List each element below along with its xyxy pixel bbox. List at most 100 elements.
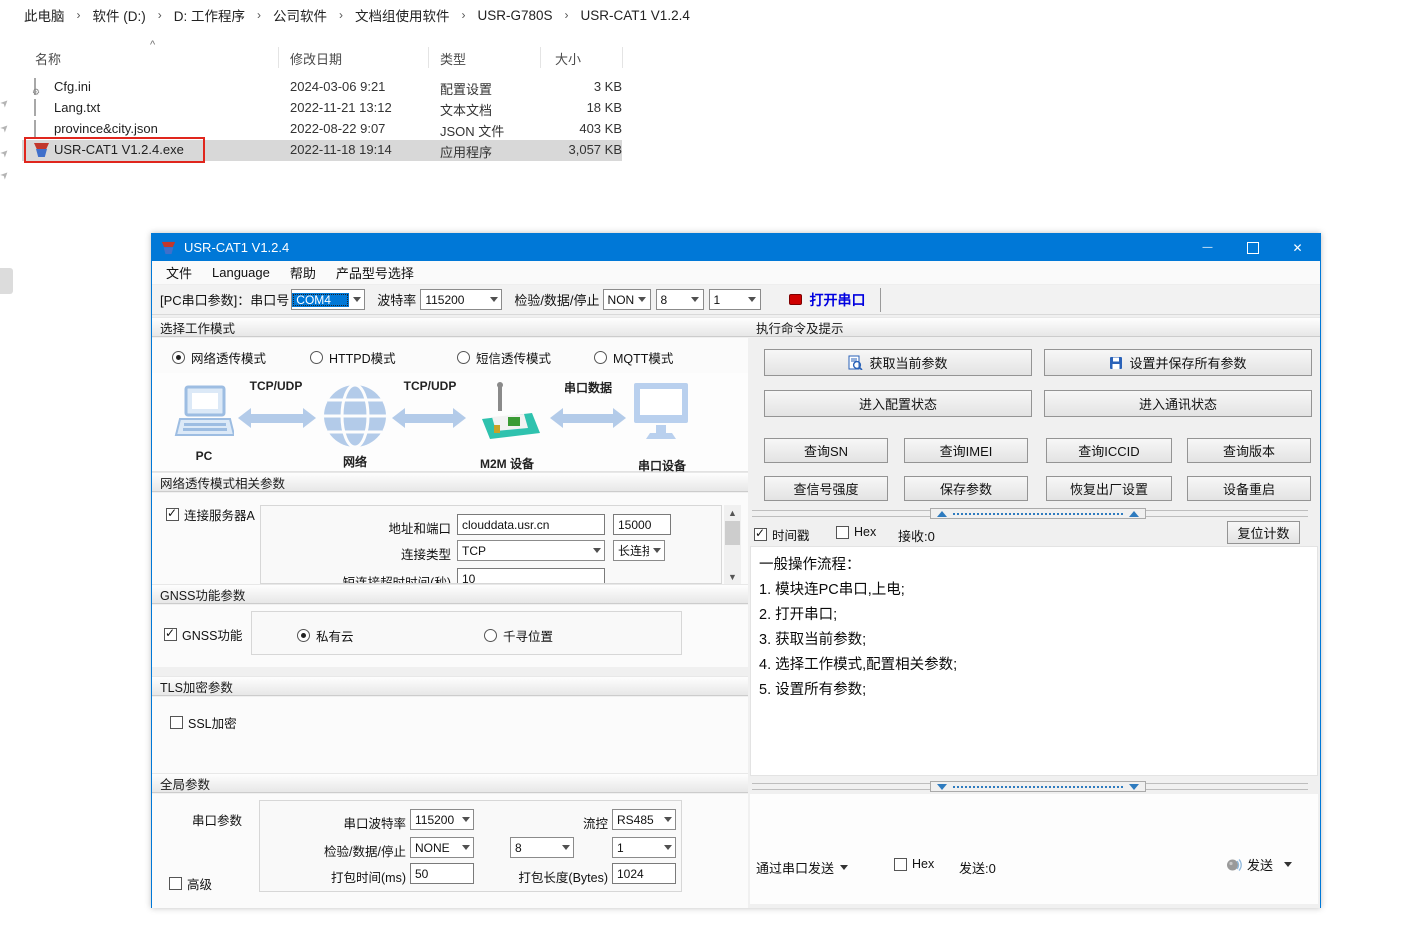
chevron-right-icon: › bbox=[152, 8, 168, 22]
advanced-checkbox[interactable]: 高级 bbox=[169, 874, 212, 893]
radio-net-transparent-mode[interactable]: 网络透传模式 bbox=[172, 348, 266, 367]
globe-icon bbox=[322, 383, 388, 449]
scrollbar-thumb[interactable] bbox=[725, 521, 740, 545]
receive-log-area[interactable]: 一般操作流程： 1. 模块连PC串口,上电; 2. 打开串口; 3. 获取当前参… bbox=[750, 546, 1318, 776]
file-row-lang-txt[interactable]: Lang.txt 2022-11-21 13:12 文本文档 18 KB bbox=[22, 98, 622, 119]
breadcrumb-item-usr-cat1[interactable]: USR-CAT1 V1.2.4 bbox=[575, 6, 696, 25]
maximize-button[interactable] bbox=[1230, 234, 1275, 261]
chevron-down-icon bbox=[349, 290, 364, 309]
file-name: Lang.txt bbox=[54, 100, 100, 115]
column-header-date[interactable]: 修改日期 bbox=[290, 49, 342, 68]
server-a-section: 连接服务器A 地址和端口 连接类型 TCP 长连接 短连接超时时间(秒) ▲ ▼ bbox=[152, 493, 748, 584]
breadcrumb-item-usr-g780s[interactable]: USR-G780S bbox=[472, 6, 559, 25]
gnss-checkbox[interactable]: GNSS功能 bbox=[164, 625, 242, 644]
collapse-splitter-top[interactable] bbox=[752, 508, 1308, 519]
scroll-up-icon[interactable]: ▲ bbox=[724, 505, 741, 520]
title-bar[interactable]: USR-CAT1 V1.2.4 bbox=[152, 234, 1320, 261]
conn-type-select[interactable]: TCP bbox=[457, 540, 605, 561]
menu-language[interactable]: Language bbox=[202, 261, 280, 284]
query-sn-button[interactable]: 查询SN bbox=[764, 438, 888, 463]
com-port-select[interactable]: COM4 bbox=[291, 289, 365, 310]
hex-send-checkbox[interactable]: Hex bbox=[894, 857, 934, 871]
flow-select[interactable]: RS485 bbox=[612, 809, 676, 830]
checkbox-icon bbox=[754, 528, 767, 541]
menu-file[interactable]: 文件 bbox=[152, 261, 202, 284]
global-baud-select[interactable]: 115200 bbox=[410, 809, 474, 830]
conn-type-value: TCP bbox=[458, 544, 589, 558]
save-params-button[interactable]: 保存参数 bbox=[904, 476, 1028, 501]
breadcrumb-item-docs-software[interactable]: 文档组使用软件 bbox=[349, 3, 456, 27]
column-divider[interactable] bbox=[278, 47, 279, 68]
menu-product-model[interactable]: 产品型号选择 bbox=[326, 261, 424, 284]
send-input-area[interactable] bbox=[750, 794, 1318, 904]
pack-len-input[interactable] bbox=[612, 863, 676, 884]
server-port-input[interactable] bbox=[613, 514, 671, 535]
enter-config-button[interactable]: 进入配置状态 bbox=[764, 390, 1032, 417]
reset-count-button[interactable]: 复位计数 bbox=[1227, 521, 1300, 544]
menu-help[interactable]: 帮助 bbox=[280, 261, 326, 284]
parity-label: 检验/数据/停止 bbox=[514, 290, 599, 309]
send-button[interactable]: 发送 bbox=[1226, 855, 1292, 874]
baud-select[interactable]: 115200 bbox=[420, 289, 502, 310]
toolbar-divider bbox=[880, 288, 881, 312]
device-restart-button[interactable]: 设备重启 bbox=[1187, 476, 1311, 501]
factory-reset-button[interactable]: 恢复出厂设置 bbox=[1046, 476, 1172, 501]
query-version-button[interactable]: 查询版本 bbox=[1187, 438, 1311, 463]
margin-arrow-icon: ➤ bbox=[0, 122, 12, 136]
collapse-splitter-bottom[interactable] bbox=[752, 781, 1308, 792]
column-header-name[interactable]: 名称 bbox=[35, 49, 61, 68]
enter-comm-button[interactable]: 进入通讯状态 bbox=[1044, 390, 1312, 417]
global-data-bits-select[interactable]: 8 bbox=[510, 837, 574, 858]
get-params-button[interactable]: 获取当前参数 bbox=[764, 349, 1032, 376]
column-divider[interactable] bbox=[428, 47, 429, 68]
server-a-checkbox[interactable]: 连接服务器A bbox=[166, 505, 255, 524]
data-bits-select[interactable]: 8 bbox=[656, 289, 704, 310]
column-header-type[interactable]: 类型 bbox=[440, 49, 466, 68]
server-address-input[interactable] bbox=[457, 514, 605, 535]
vertical-scrollbar[interactable]: ▲ ▼ bbox=[724, 505, 741, 584]
triangle-up-icon bbox=[1129, 511, 1139, 517]
minimize-button[interactable] bbox=[1185, 234, 1230, 261]
short-conn-timeout-input[interactable] bbox=[457, 568, 605, 584]
breadcrumb-item-drive-d[interactable]: 软件 (D:) bbox=[87, 3, 152, 27]
query-signal-button[interactable]: 查信号强度 bbox=[764, 476, 888, 501]
breadcrumb-item-work-folder[interactable]: D: 工作程序 bbox=[168, 3, 251, 27]
breadcrumb-item-this-pc[interactable]: 此电脑 bbox=[18, 3, 71, 27]
file-date: 2022-11-21 13:12 bbox=[290, 100, 392, 115]
baud-value: 115200 bbox=[421, 293, 486, 307]
open-serial-button[interactable]: 打开串口 bbox=[789, 290, 866, 310]
flow-value: RS485 bbox=[613, 813, 660, 827]
stop-bits-select[interactable]: 1 bbox=[709, 289, 761, 310]
pack-time-input[interactable] bbox=[410, 863, 474, 884]
breadcrumb-item-company-software[interactable]: 公司软件 bbox=[267, 3, 333, 27]
splitter-handle[interactable] bbox=[930, 508, 1146, 519]
parity-select[interactable]: NONI bbox=[603, 289, 651, 310]
send-via-dropdown[interactable]: 通过串口发送 bbox=[756, 858, 848, 877]
conn-mode-select[interactable]: 长连接 bbox=[613, 540, 665, 561]
query-iccid-button[interactable]: 查询ICCID bbox=[1046, 438, 1172, 463]
radio-qianxun-location[interactable]: 千寻位置 bbox=[484, 626, 553, 645]
timestamp-checkbox[interactable]: 时间戳 bbox=[754, 525, 810, 544]
splitter-handle[interactable] bbox=[930, 781, 1146, 792]
hex-recv-checkbox[interactable]: Hex bbox=[836, 525, 876, 539]
column-divider[interactable] bbox=[540, 47, 541, 68]
global-stop-bits-select[interactable]: 1 bbox=[612, 837, 676, 858]
global-params-header: 全局参数 bbox=[152, 773, 748, 793]
set-save-all-button[interactable]: 设置并保存所有参数 bbox=[1044, 349, 1312, 376]
radio-mqtt-mode[interactable]: MQTT模式 bbox=[594, 348, 673, 367]
ssl-checkbox[interactable]: SSL加密 bbox=[170, 713, 237, 732]
column-divider[interactable] bbox=[622, 47, 623, 68]
radio-private-cloud[interactable]: 私有云 bbox=[297, 626, 354, 645]
radio-sms-transparent-mode[interactable]: 短信透传模式 bbox=[457, 348, 551, 367]
scroll-down-icon[interactable]: ▼ bbox=[724, 569, 741, 584]
column-header-size[interactable]: 大小 bbox=[555, 49, 581, 68]
query-imei-button[interactable]: 查询IMEI bbox=[904, 438, 1028, 463]
chevron-down-icon bbox=[486, 290, 501, 309]
file-row-cfg-ini[interactable]: ⚙ Cfg.ini 2024-03-06 9:21 配置设置 3 KB bbox=[22, 77, 622, 98]
sort-ascending-icon[interactable]: ^ bbox=[150, 39, 155, 51]
button-label: 保存参数 bbox=[940, 479, 992, 498]
radio-httpd-mode[interactable]: HTTPD模式 bbox=[310, 348, 396, 367]
global-parity-select[interactable]: NONE bbox=[410, 837, 474, 858]
close-button[interactable] bbox=[1275, 234, 1320, 261]
triangle-down-icon bbox=[937, 784, 947, 790]
